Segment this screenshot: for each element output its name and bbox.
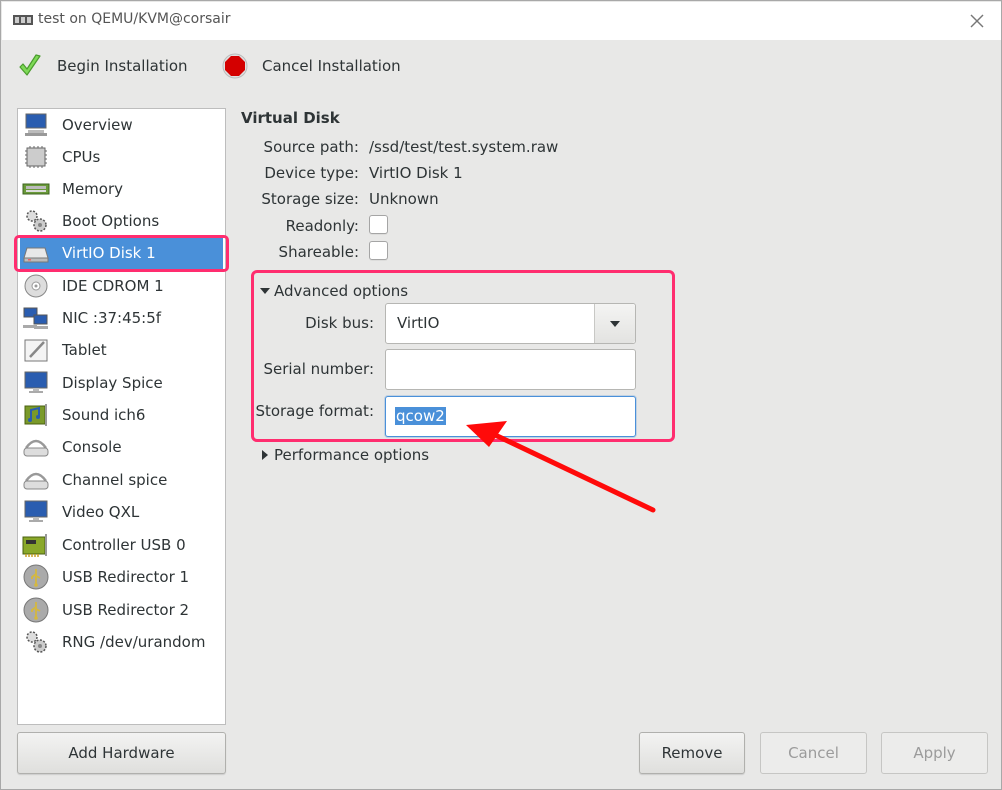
storage-size-label: Storage size: [261,190,359,208]
sidebar-item-usb-redirector-1[interactable]: USB Redirector 1 [20,561,223,593]
sidebar-item-boot-options[interactable]: Boot Options [20,205,223,237]
window: test on QEMU/KVM@corsair Begin Installat… [0,0,1002,790]
stop-icon [222,53,248,79]
monitor-icon [22,498,50,526]
serial-number-input[interactable] [385,349,636,390]
harddisk-icon [22,239,50,267]
sidebar-item-channel-spice[interactable]: Channel spice [20,464,223,496]
pci-card-icon [22,531,50,559]
source-path-value: /ssd/test/test.system.raw [369,138,559,156]
remove-button[interactable]: Remove [639,732,745,774]
readonly-checkbox[interactable] [369,215,388,234]
usb-icon [22,596,50,624]
sidebar-item-rng[interactable]: RNG /dev/urandom [20,626,223,658]
storage-size-value: Unknown [369,190,439,208]
cancel-installation-label: Cancel Installation [262,57,401,75]
hardware-list: Overview CPUs Memory Boot Options VirtIO… [17,108,226,725]
gears-icon [22,207,50,235]
close-icon[interactable] [967,11,987,31]
sidebar-item-usb-redirector-2[interactable]: USB Redirector 2 [20,594,223,626]
sidebar-item-tablet[interactable]: Tablet [20,334,223,366]
sidebar-item-console[interactable]: Console [20,431,223,463]
serial-icon [22,433,50,461]
checkmark-icon [19,54,41,76]
gears-icon [22,628,50,656]
source-path-label: Source path: [263,138,359,156]
monitor-icon [22,369,50,397]
sidebar-item-sound-ich6[interactable]: Sound ich6 [20,399,223,431]
cancel-button[interactable]: Cancel [760,732,867,774]
cpu-icon [22,143,50,171]
triangle-down-icon [260,288,270,294]
add-hardware-button[interactable]: Add Hardware [17,732,226,774]
begin-installation-label: Begin Installation [57,57,188,75]
serial-icon [22,466,50,494]
device-type-label: Device type: [264,164,359,182]
performance-options-expander[interactable]: Performance options [259,446,429,464]
toolbar: Begin Installation Cancel Installation [2,40,1001,92]
sidebar-item-display-spice[interactable]: Display Spice [20,367,223,399]
memory-icon [22,175,50,203]
section-title: Virtual Disk [241,109,340,127]
title-bar: test on QEMU/KVM@corsair [2,2,1001,40]
readonly-label: Readonly: [285,217,359,235]
disk-bus-value: VirtIO [397,314,440,332]
sound-card-icon [22,401,50,429]
virt-manager-icon [13,15,33,25]
storage-format-value: qcow2 [395,407,446,425]
storage-format-label: Storage format: [255,402,374,420]
sidebar-item-memory[interactable]: Memory [20,173,223,205]
triangle-right-icon [262,450,268,460]
network-icon [22,304,50,332]
begin-installation-button[interactable]: Begin Installation [17,52,188,80]
monitor-icon [22,111,50,139]
disk-bus-select[interactable]: VirtIO [385,303,636,344]
usb-icon [22,563,50,591]
storage-format-input[interactable]: qcow2 [385,396,636,437]
shareable-label: Shareable: [278,243,359,261]
sidebar-item-virtio-disk-1[interactable]: VirtIO Disk 1 [20,237,223,269]
disk-bus-label: Disk bus: [305,314,374,332]
sidebar-item-controller-usb-0[interactable]: Controller USB 0 [20,529,223,561]
sidebar-item-ide-cdrom-1[interactable]: IDE CDROM 1 [20,270,223,302]
cdrom-icon [22,272,50,300]
advanced-options-expander[interactable]: Advanced options [259,282,408,300]
window-title: test on QEMU/KVM@corsair [38,11,231,27]
dropdown-button[interactable] [594,304,635,343]
sidebar-item-cpus[interactable]: CPUs [20,141,223,173]
sidebar-item-overview[interactable]: Overview [20,109,223,141]
cancel-installation-button[interactable]: Cancel Installation [222,52,401,80]
tablet-icon [22,336,50,364]
device-type-value: VirtIO Disk 1 [369,164,463,182]
apply-button[interactable]: Apply [881,732,988,774]
sidebar-item-nic[interactable]: NIC :37:45:5f [20,302,223,334]
sidebar-item-video-qxl[interactable]: Video QXL [20,496,223,528]
chevron-down-icon [610,320,620,327]
shareable-checkbox[interactable] [369,241,388,260]
serial-number-label: Serial number: [263,360,374,378]
